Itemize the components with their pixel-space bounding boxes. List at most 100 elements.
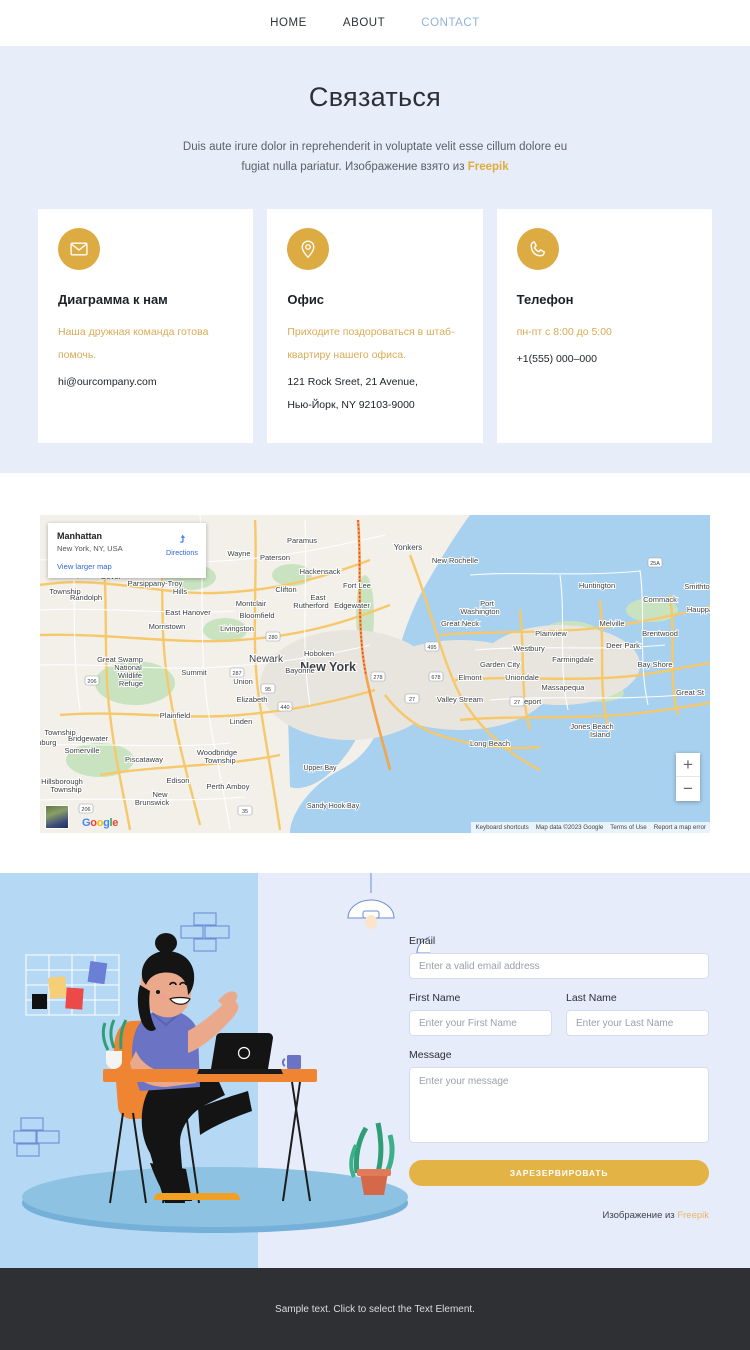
zoom-in-button[interactable]: + — [676, 753, 700, 777]
svg-text:287: 287 — [232, 671, 241, 677]
svg-text:Clifton: Clifton — [275, 585, 296, 594]
svg-text:Upper Bay: Upper Bay — [303, 765, 337, 772]
zoom-out-button[interactable]: − — [676, 777, 700, 801]
svg-text:35: 35 — [242, 809, 248, 815]
page-footer: Sample text. Click to select the Text El… — [0, 1268, 750, 1350]
svg-text:Melville: Melville — [599, 619, 624, 628]
last-name-label: Last Name — [566, 992, 617, 1004]
svg-text:206: 206 — [81, 807, 90, 813]
hero-subtitle-line1: Duis aute irure dolor in reprehenderit i… — [182, 141, 568, 153]
nav-link-home[interactable]: HOME — [270, 17, 307, 29]
directions-arrow-icon — [179, 534, 185, 543]
svg-text:Bloomfield: Bloomfield — [239, 611, 274, 620]
report-map-error-link[interactable]: Report a map error — [654, 824, 706, 831]
svg-text:Township: Township — [49, 587, 80, 596]
street-view-thumbnail[interactable] — [45, 805, 69, 829]
svg-text:New Rochelle: New Rochelle — [432, 556, 478, 565]
svg-text:Perth Amboy: Perth Amboy — [207, 782, 250, 791]
google-logo: Google — [82, 817, 119, 829]
svg-text:Fort Lee: Fort Lee — [343, 581, 371, 590]
svg-text:Sandy Hook Bay: Sandy Hook Bay — [307, 803, 360, 810]
svg-text:Somerville: Somerville — [64, 746, 99, 755]
card-description: Наша дружная команда готова помочь. — [58, 326, 209, 361]
svg-text:Branchburg: Branchburg — [40, 738, 56, 747]
pendant-lamp-left — [347, 873, 395, 929]
svg-text:Newark: Newark — [249, 654, 284, 665]
image-credit: Изображение из Freepik — [409, 1210, 709, 1221]
svg-text:Bayonne: Bayonne — [285, 666, 315, 675]
email-input[interactable] — [409, 953, 709, 979]
svg-text:Great St: Great St — [676, 688, 705, 697]
card-value-email[interactable]: hi@ourcompany.com — [58, 371, 233, 394]
map-attribution: Keyboard shortcuts Map data ©2023 Google… — [471, 822, 710, 833]
last-name-input[interactable] — [566, 1010, 709, 1036]
contact-cards: Диаграмма к нам Наша дружная команда гот… — [0, 177, 750, 473]
svg-text:27: 27 — [514, 700, 520, 706]
svg-text:Paramus: Paramus — [287, 536, 317, 545]
svg-text:Livingston: Livingston — [220, 624, 254, 633]
svg-text:Morristown: Morristown — [149, 622, 186, 631]
svg-text:Deer Park: Deer Park — [606, 641, 640, 650]
svg-text:Commack: Commack — [643, 595, 677, 604]
nav-link-about[interactable]: ABOUT — [343, 17, 385, 29]
map-section: Yonkers New Rochelle Paramus Wayne Paterson H… — [0, 473, 750, 873]
phone-icon — [516, 228, 559, 270]
svg-text:Township: Township — [50, 785, 81, 794]
first-name-input[interactable] — [409, 1010, 552, 1036]
view-larger-map-link[interactable]: View larger map — [57, 562, 197, 571]
card-description: Приходите поздороваться в штаб-квартиру … — [287, 326, 455, 361]
contact-form: Email First Name Last Name Message ЗАРЕЗ… — [409, 935, 709, 1221]
footer-text[interactable]: Sample text. Click to select the Text El… — [275, 1304, 475, 1315]
email-label: Email — [409, 935, 436, 947]
freepik-link-hero[interactable]: Freepik — [468, 161, 509, 173]
freepik-link-form[interactable]: Freepik — [677, 1210, 709, 1221]
map-zoom-controls: + − — [676, 753, 700, 801]
svg-text:Plainview: Plainview — [535, 629, 567, 638]
card-title: Диаграмма к нам — [58, 292, 168, 307]
decor-blocks-top — [180, 912, 230, 952]
google-map[interactable]: Yonkers New Rochelle Paramus Wayne Paterson H… — [40, 515, 710, 833]
svg-text:Hauppa: Hauppa — [687, 605, 710, 614]
card-value-address-line2: Нью-Йорк, NY 92103-9000 — [287, 399, 415, 411]
svg-text:Farmingdale: Farmingdale — [552, 655, 594, 664]
card-value-phone[interactable]: +1(555) 000–000 — [517, 348, 692, 371]
card-description: пн-пт с 8:00 до 5:00 — [516, 326, 612, 338]
svg-text:95: 95 — [265, 687, 271, 693]
svg-text:27: 27 — [409, 697, 415, 703]
contact-card-office: Офис Приходите поздороваться в штаб-квар… — [267, 209, 483, 443]
svg-text:495: 495 — [427, 645, 436, 651]
message-textarea[interactable] — [409, 1067, 709, 1143]
svg-text:Massapequa: Massapequa — [542, 683, 586, 692]
keyboard-shortcuts-link[interactable]: Keyboard shortcuts — [475, 824, 528, 831]
nav-link-contact[interactable]: CONTACT — [421, 17, 480, 29]
svg-text:Hoboken: Hoboken — [304, 649, 334, 658]
terms-of-use-link[interactable]: Terms of Use — [610, 824, 646, 831]
workspace-illustration — [13, 873, 430, 1233]
directions-button[interactable]: Directions — [166, 533, 198, 557]
hero-subtitle-line2: fugiat nulla pariatur. Изображение взято… — [241, 161, 468, 173]
svg-text:Long Beach: Long Beach — [470, 739, 510, 748]
svg-text:Edison: Edison — [167, 776, 190, 785]
svg-text:Township: Township — [44, 728, 75, 737]
svg-text:Hills: Hills — [173, 587, 187, 596]
first-name-label: First Name — [409, 992, 461, 1004]
svg-text:Rutherford: Rutherford — [293, 601, 328, 610]
svg-text:Brunswick: Brunswick — [135, 798, 169, 807]
svg-text:Elmont: Elmont — [458, 673, 482, 682]
contact-card-email: Диаграмма к нам Наша дружная команда гот… — [38, 209, 254, 443]
svg-text:Union: Union — [233, 677, 253, 686]
svg-text:206: 206 — [87, 679, 96, 685]
reserve-submit-button[interactable]: ЗАРЕЗЕРВИРОВАТЬ — [409, 1160, 709, 1186]
svg-text:278: 278 — [373, 675, 382, 681]
svg-text:Piscataway: Piscataway — [125, 755, 163, 764]
svg-text:Yonkers: Yonkers — [394, 543, 423, 552]
svg-text:Plainfield: Plainfield — [160, 711, 190, 720]
message-label: Message — [409, 1049, 452, 1061]
directions-label: Directions — [166, 548, 198, 557]
top-navigation: HOME ABOUT CONTACT — [0, 0, 750, 46]
contact-form-section: Email First Name Last Name Message ЗАРЕЗ… — [0, 873, 750, 1268]
svg-text:Hackensack: Hackensack — [300, 567, 341, 576]
svg-text:Valley Stream: Valley Stream — [437, 695, 483, 704]
svg-text:678: 678 — [431, 675, 440, 681]
envelope-icon — [58, 228, 100, 270]
